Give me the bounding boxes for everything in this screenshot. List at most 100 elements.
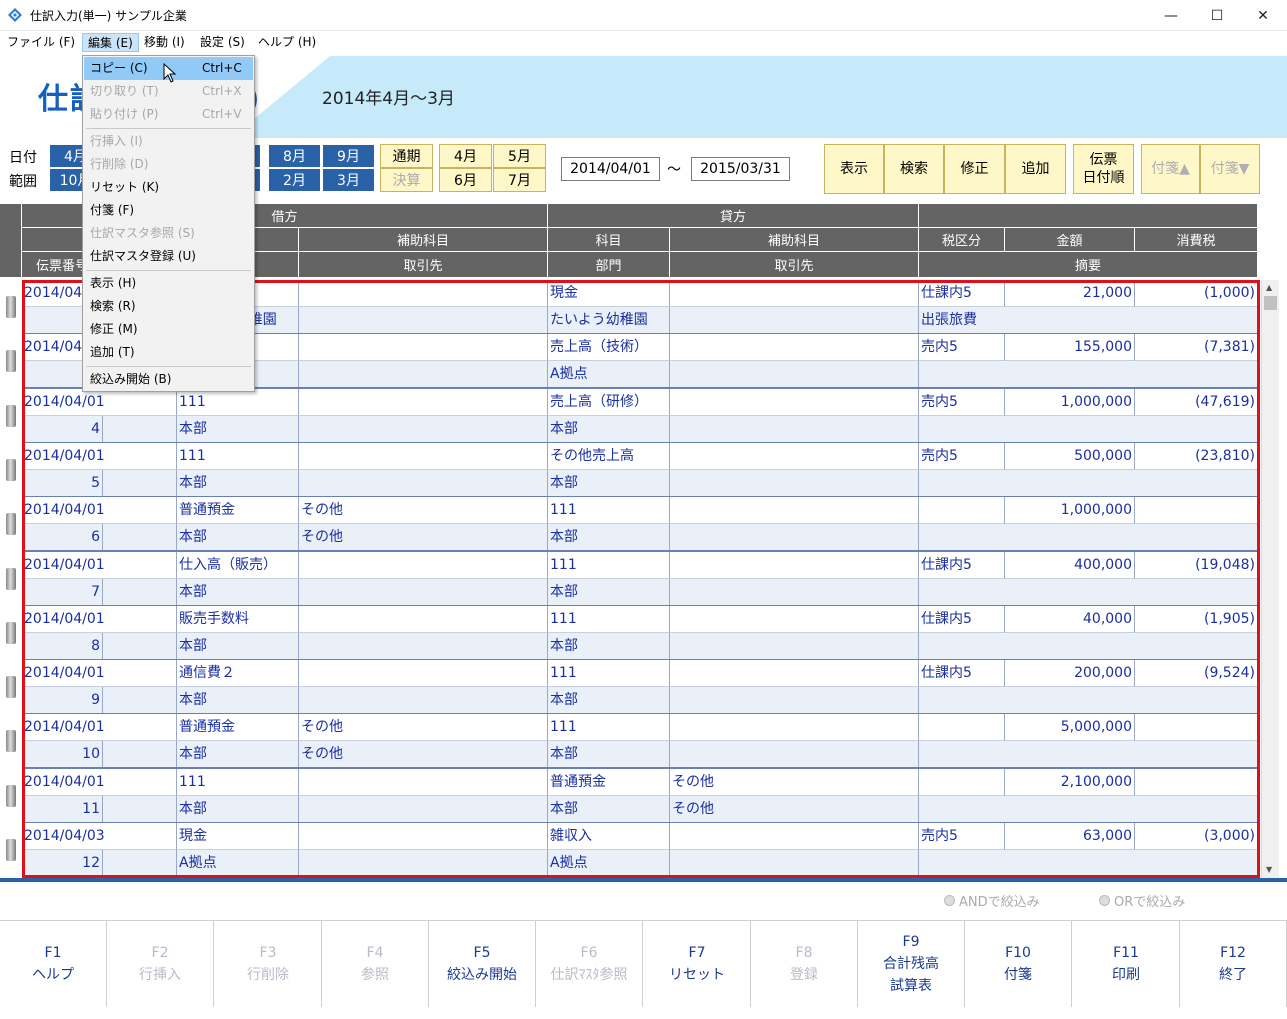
tax-category-cell[interactable]: 売内5 — [919, 334, 1005, 361]
debit-partner-cell[interactable] — [299, 796, 548, 823]
debit-sub-account-cell[interactable] — [299, 552, 548, 579]
credit-dept-cell[interactable]: たいよう幼稚園 — [548, 307, 670, 334]
tax-category-cell[interactable] — [919, 714, 1005, 741]
memo-cell[interactable] — [919, 741, 1258, 768]
tax-cell[interactable] — [1135, 714, 1258, 741]
amount-cell[interactable]: 1,000,000 — [1005, 389, 1135, 416]
blank-cell[interactable] — [103, 796, 177, 823]
credit-account-cell[interactable]: 現金 — [548, 280, 670, 307]
tax-cell[interactable]: (9,524) — [1135, 660, 1258, 687]
blank-cell[interactable] — [103, 579, 177, 606]
debit-sub-account-cell[interactable]: その他 — [299, 714, 548, 741]
debit-dept-cell[interactable]: 本部 — [177, 470, 299, 497]
slip-no-cell[interactable]: 5 — [22, 470, 103, 497]
row-grip-icon[interactable] — [6, 676, 16, 698]
memo-cell[interactable] — [919, 850, 1258, 877]
debit-account-cell[interactable]: 通信費２ — [177, 660, 299, 687]
debit-account-cell[interactable]: 111 — [177, 443, 299, 470]
debit-dept-cell[interactable]: 本部 — [177, 416, 299, 443]
credit-dept-cell[interactable]: 本部 — [548, 741, 670, 768]
menu-move[interactable]: 移動 (I) — [139, 33, 190, 52]
amount-cell[interactable]: 400,000 — [1005, 552, 1135, 579]
slip-date-cell[interactable]: 2014/04/01 — [22, 606, 177, 633]
edit-menu-item[interactable]: 絞込み開始 (B) — [84, 368, 253, 391]
row-grip-icon[interactable] — [6, 568, 16, 590]
row-grip-icon[interactable] — [6, 459, 16, 481]
slip-no-cell[interactable]: 4 — [22, 416, 103, 443]
slip-no-cell[interactable]: 12 — [22, 850, 103, 877]
month-button[interactable]: 3月 — [322, 168, 375, 192]
view-button[interactable]: 表示 — [824, 144, 884, 194]
debit-account-cell[interactable]: 現金 — [177, 823, 299, 850]
tax-cell[interactable]: (1,000) — [1135, 280, 1258, 307]
debit-sub-account-cell[interactable]: その他 — [299, 497, 548, 524]
row-grip-icon[interactable] — [6, 730, 16, 752]
tax-category-cell[interactable] — [919, 497, 1005, 524]
slip-no-cell[interactable]: 7 — [22, 579, 103, 606]
blank-cell[interactable] — [103, 687, 177, 714]
edit-menu-item[interactable]: 貼り付け (P) Ctrl+V — [84, 103, 253, 126]
debit-dept-cell[interactable]: 本部 — [177, 796, 299, 823]
debit-partner-cell[interactable] — [299, 361, 548, 388]
and-filter-radio[interactable]: ANDで絞込み — [944, 891, 1040, 910]
tax-cell[interactable]: (23,810) — [1135, 443, 1258, 470]
debit-partner-cell[interactable]: その他 — [299, 741, 548, 768]
tax-category-cell[interactable]: 仕課内5 — [919, 280, 1005, 307]
search-button[interactable]: 検索 — [884, 144, 944, 194]
debit-partner-cell[interactable] — [299, 579, 548, 606]
credit-account-cell[interactable]: 売上高（技術） — [548, 334, 670, 361]
row-grip-icon[interactable] — [6, 296, 16, 318]
credit-partner-cell[interactable] — [670, 687, 919, 714]
period-button[interactable]: 7月 — [493, 168, 546, 192]
credit-dept-cell[interactable]: 本部 — [548, 524, 670, 551]
fkey-f2-button[interactable]: F2 行挿入 — [107, 921, 214, 1007]
edit-menu-item[interactable]: 検索 (R) — [84, 295, 253, 318]
credit-partner-cell[interactable] — [670, 524, 919, 551]
credit-account-cell[interactable]: 111 — [548, 497, 670, 524]
blank-cell[interactable] — [103, 850, 177, 877]
period-button[interactable]: 4月 — [439, 144, 492, 168]
credit-partner-cell[interactable]: その他 — [670, 796, 919, 823]
debit-sub-account-cell[interactable] — [299, 389, 548, 416]
slip-no-cell[interactable]: 6 — [22, 524, 103, 551]
debit-sub-account-cell[interactable] — [299, 769, 548, 796]
debit-dept-cell[interactable]: 本部 — [177, 741, 299, 768]
amount-cell[interactable]: 200,000 — [1005, 660, 1135, 687]
debit-sub-account-cell[interactable] — [299, 606, 548, 633]
credit-partner-cell[interactable] — [670, 579, 919, 606]
edit-menu-item[interactable]: 仕訳マスタ登録 (U) — [84, 245, 253, 268]
or-filter-radio[interactable]: ORで絞込み — [1099, 891, 1185, 910]
row-grip-icon[interactable] — [6, 405, 16, 427]
debit-partner-cell[interactable] — [299, 633, 548, 660]
period-button[interactable]: 通期 — [380, 144, 433, 168]
fkey-f4-button[interactable]: F4 参照 — [322, 921, 429, 1007]
credit-sub-account-cell[interactable] — [670, 606, 919, 633]
tax-cell[interactable] — [1135, 497, 1258, 524]
debit-sub-account-cell[interactable] — [299, 443, 548, 470]
credit-dept-cell[interactable]: A拠点 — [548, 361, 670, 388]
credit-dept-cell[interactable]: 本部 — [548, 796, 670, 823]
sticky-down-button[interactable]: 付箋▼ — [1200, 144, 1260, 194]
menu-help[interactable]: ヘルプ (H) — [253, 33, 321, 52]
credit-sub-account-cell[interactable] — [670, 497, 919, 524]
fkey-f6-button[interactable]: F6 仕訳ﾏｽﾀ参照 — [536, 921, 643, 1007]
debit-dept-cell[interactable]: 本部 — [177, 524, 299, 551]
tax-category-cell[interactable] — [919, 769, 1005, 796]
debit-sub-account-cell[interactable] — [299, 280, 548, 307]
debit-partner-cell[interactable] — [299, 687, 548, 714]
edit-menu-item[interactable]: 仕訳マスタ参照 (S) — [84, 222, 253, 245]
slip-date-cell[interactable]: 2014/04/01 — [22, 660, 177, 687]
slip-date-cell[interactable]: 2014/04/01 — [22, 714, 177, 741]
credit-partner-cell[interactable] — [670, 470, 919, 497]
memo-cell[interactable] — [919, 524, 1258, 551]
blank-cell[interactable] — [103, 633, 177, 660]
debit-account-cell[interactable]: 仕入高（販売） — [177, 552, 299, 579]
slip-no-cell[interactable]: 9 — [22, 687, 103, 714]
tax-cell[interactable]: (7,381) — [1135, 334, 1258, 361]
period-button[interactable]: 5月 — [493, 144, 546, 168]
credit-sub-account-cell[interactable] — [670, 280, 919, 307]
memo-cell[interactable] — [919, 416, 1258, 443]
slip-no-cell[interactable]: 11 — [22, 796, 103, 823]
row-grip-icon[interactable] — [6, 350, 16, 372]
debit-partner-cell[interactable] — [299, 307, 548, 334]
